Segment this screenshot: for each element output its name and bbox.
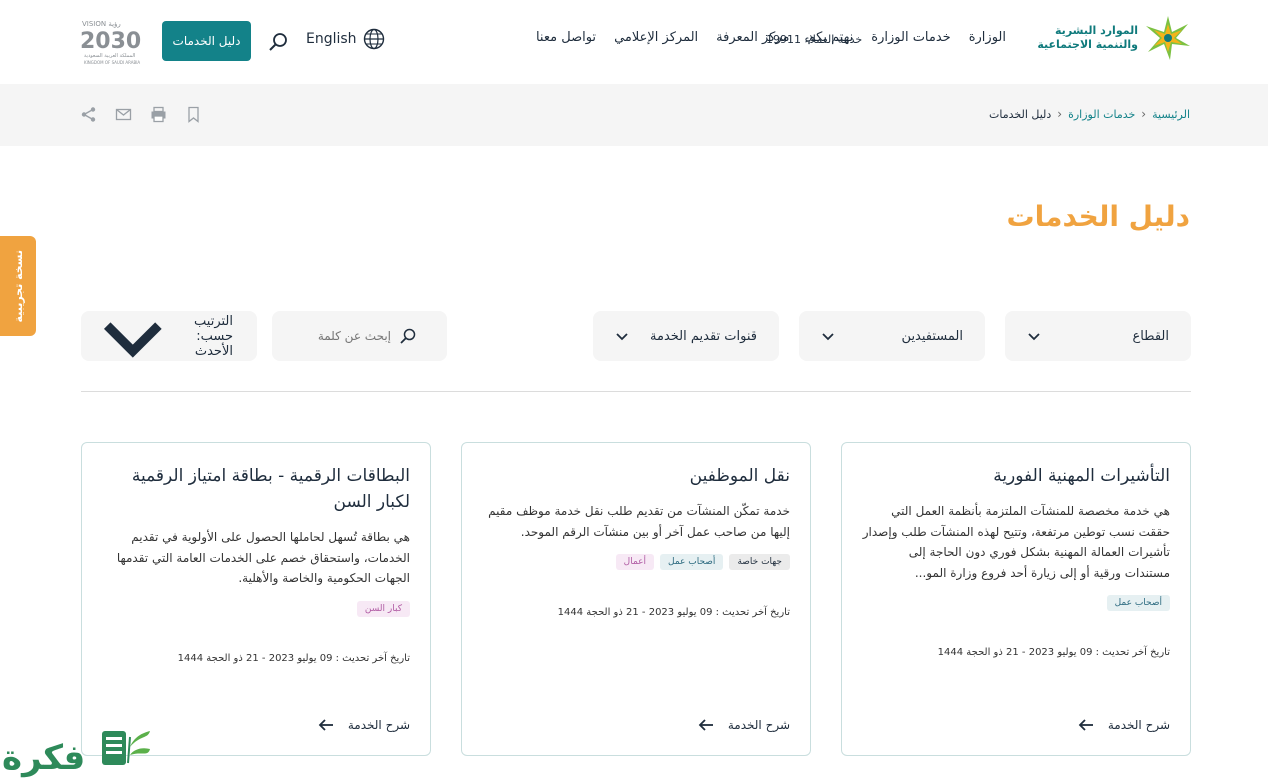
arrow-left-icon [1078,719,1093,731]
chevron-down-icon [1028,333,1040,341]
logo-line2: والتنمية الاجتماعية [1037,38,1138,51]
channels-filter-label: قنوات تقديم الخدمة [650,328,757,344]
service-tag: أصحاب عمل [660,554,724,570]
channels-filter[interactable]: قنوات تقديم الخدمة [593,311,779,361]
service-explanation-link[interactable]: شرح الخدمة [318,717,410,733]
chevron-left-icon: ‹ [1141,107,1147,121]
service-card-tags: كبار السن [102,600,410,617]
sort-label: الترتيب حسب: الأحدث [194,313,233,359]
service-card[interactable]: التأشيرات المهنية الفورية هي خدمة مخصصة … [841,442,1191,756]
service-explanation-link[interactable]: شرح الخدمة [1078,717,1170,733]
breadcrumb-parent[interactable]: خدمات الوزارة [1068,108,1135,121]
keyword-search[interactable] [272,311,447,361]
service-explanation-label: شرح الخدمة [347,718,410,732]
service-explanation-label: شرح الخدمة [727,718,790,732]
filters-divider [81,391,1191,392]
page-title: دليل الخدمات [1006,200,1190,233]
service-card[interactable]: نقل الموظفين خدمة تمكّن المنشآت من تقديم… [461,442,811,756]
vision-top-text: VISION رؤية [82,20,121,28]
service-tag: أعمال [615,554,655,570]
email-icon[interactable] [115,106,132,123]
service-card-description: خدمة تمكّن المنشآت من تقديم طلب نقل خدمة… [488,504,790,539]
vision-sub2: KINGDOM OF SAUDI ARABIA [84,60,140,65]
service-card-tags: أصحاب عمل [862,595,1170,611]
beneficiaries-filter[interactable]: المستفيدين [799,311,985,361]
chevron-left-icon: ‹ [1057,107,1063,121]
breadcrumb-bar: الرئيسية ‹ خدمات الوزارة ‹ دليل الخدمات [0,84,1268,146]
service-card-title[interactable]: التأشيرات المهنية الفورية [862,463,1170,489]
logo-line1: الموارد البشرية [1055,24,1138,37]
service-card-title[interactable]: البطاقات الرقمية - بطاقة امتياز الرقمية … [102,463,410,515]
chevron-down-icon [822,333,834,341]
service-card-date: تاريخ آخر تحديث : 09 يوليو 2023 - 21 ذو … [177,653,410,664]
book-plant-icon [102,731,150,765]
share-icon[interactable] [80,106,97,123]
service-card-description: هي خدمة مخصصة للمنشآت الملتزمة بأنظمة ال… [862,504,1170,580]
sort-dropdown[interactable]: الترتيب حسب: الأحدث [81,311,257,361]
arrow-left-icon [318,719,333,731]
bookmark-icon[interactable] [185,106,202,123]
chevron-down-icon [103,322,162,358]
nav-item-ministry-services[interactable]: خدمات الوزارة [871,30,950,45]
language-switch[interactable]: English [306,28,385,50]
service-card-date: تاريخ آخر تحديث : 09 يوليو 2023 - 21 ذو … [937,647,1170,658]
service-card-description: هي بطاقة تُسهل لحاملها الحصول على الأولو… [116,530,410,585]
ministry-logo[interactable]: الموارد البشرية والتنمية الاجتماعية [1037,14,1192,62]
keyword-search-input[interactable] [291,329,391,343]
nav-item-ministry[interactable]: الوزارة [969,30,1006,45]
arrow-left-icon [698,719,713,731]
vision-2030-icon: VISION رؤية 2030 المملكة العربية السعودي… [80,20,141,65]
breadcrumb: الرئيسية ‹ خدمات الوزارة ‹ دليل الخدمات [989,107,1190,121]
service-explanation-label: شرح الخدمة [1107,718,1170,732]
service-tag: كبار السن [356,600,410,617]
print-icon[interactable] [150,106,167,123]
service-card[interactable]: البطاقات الرقمية - بطاقة امتياز الرقمية … [81,442,431,756]
nav-item-contact[interactable]: تواصل معنا [536,30,596,45]
sector-filter[interactable]: القطاع [1005,311,1191,361]
service-tag: أصحاب عمل [1106,595,1170,611]
beta-version-tab[interactable]: نسخة تجريبية [0,236,36,336]
search-icon[interactable] [266,30,290,54]
beneficiaries-filter-label: المستفيدين [901,328,963,344]
page-tools [80,106,202,123]
language-label: English [306,31,357,47]
chevron-down-icon [616,333,628,341]
service-card-tags: جهات خاصة أصحاب عمل أعمال [482,554,790,570]
globe-icon [363,28,384,50]
site-header: الموارد البشرية والتنمية الاجتماعية الوز… [0,0,1268,84]
service-tag: جهات خاصة [729,554,790,570]
search-icon [400,328,416,344]
breadcrumb-home[interactable]: الرئيسية [1152,108,1190,121]
vision-sub: المملكة العربية السعودية [84,53,135,59]
watermark-text: فكرة [2,738,85,778]
services-guide-button[interactable]: دليل الخدمات [162,21,251,61]
vision-year: 2030 [80,29,141,54]
service-explanation-link[interactable]: شرح الخدمة [698,717,790,733]
ministry-star-icon [1146,16,1190,60]
beta-version-label: نسخة تجريبية [11,249,25,323]
customer-service-hotline[interactable]: خدمة العملاء 19911 [766,33,862,46]
vision-2030-logo: VISION رؤية 2030 المملكة العربية السعودي… [80,16,148,66]
service-card-date: تاريخ آخر تحديث : 09 يوليو 2023 - 21 ذو … [557,607,790,618]
sector-filter-label: القطاع [1132,328,1169,344]
fikra-watermark-logo: فكرة [2,731,150,778]
breadcrumb-current: دليل الخدمات [989,107,1052,121]
service-card-title[interactable]: نقل الموظفين [482,463,790,489]
nav-item-media-center[interactable]: المركز الإعلامي [614,30,698,45]
